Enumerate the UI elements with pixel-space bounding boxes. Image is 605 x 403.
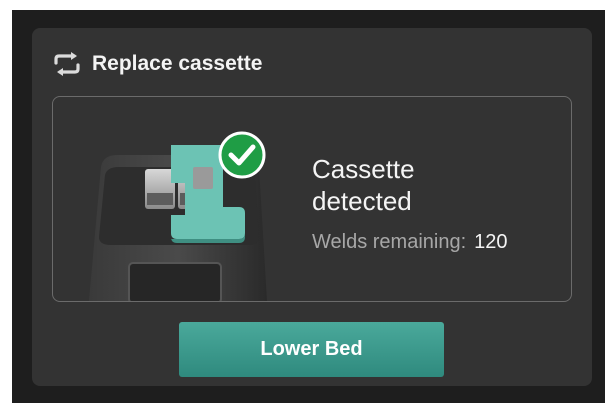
status-card: Cassette detected Welds remaining: 120 (52, 96, 572, 302)
replace-cassette-dialog: Replace cassette Cassette detected Welds… (32, 28, 592, 386)
welds-remaining-label: Welds remaining: (312, 231, 467, 253)
welds-remaining-value: 120 (474, 231, 508, 253)
checkmark-icon (218, 131, 266, 179)
dialog-title: Replace cassette (92, 52, 263, 75)
welds-remaining: Welds remaining: 120 (312, 231, 508, 254)
dialog-header: Replace cassette (52, 51, 262, 77)
swap-arrows-icon (52, 51, 82, 77)
status-title: Cassette detected (312, 154, 415, 216)
screen: Replace cassette Cassette detected Welds… (12, 10, 605, 403)
lower-bed-button[interactable]: Lower Bed (179, 322, 444, 377)
splicer-cassette-illustration (89, 145, 267, 301)
